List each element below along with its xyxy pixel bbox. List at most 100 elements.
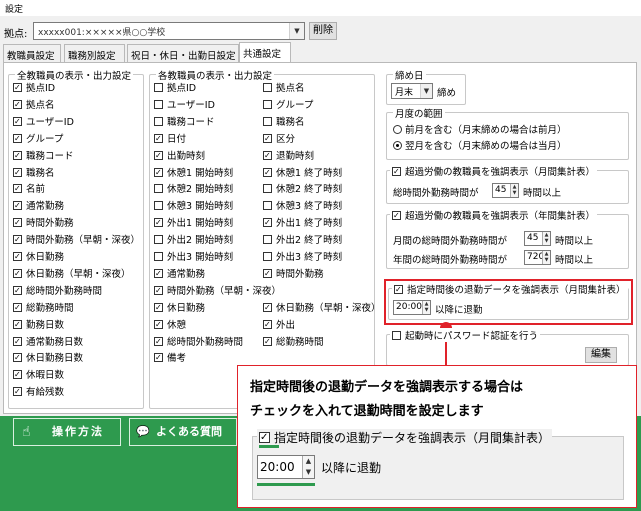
checkbox-item[interactable]: 外出3 開始時刻 <box>154 252 233 264</box>
checkbox-item[interactable]: 休暇日数 <box>13 370 64 382</box>
checkbox-indicator <box>394 285 403 294</box>
checkbox-label: 拠点名 <box>26 99 55 111</box>
checkbox-label: 休日勤務日数 <box>26 353 84 365</box>
checkbox-item[interactable]: 時間外勤務（早朝・深夜） <box>13 235 140 247</box>
checkbox-item[interactable]: 休日勤務 <box>154 302 205 315</box>
checkbox-item[interactable]: 退勤時刻 <box>263 150 314 163</box>
checkbox-item[interactable]: 総時間外勤務時間 <box>13 285 102 298</box>
checkbox-item[interactable]: 休憩3 終了時刻 <box>263 201 342 213</box>
checkbox-item[interactable]: 出勤時刻 <box>154 150 205 163</box>
checkbox-item[interactable]: 職務コード <box>154 116 215 129</box>
checkbox-item[interactable]: 外出2 開始時刻 <box>154 235 233 247</box>
checkbox-indicator <box>13 319 22 329</box>
group-password: 起動時にパスワード認証を行う 編集 <box>386 328 629 366</box>
checkbox-item[interactable]: 総時間外勤務時間 <box>154 336 243 349</box>
checkbox-item[interactable]: 外出2 終了時刻 <box>263 235 342 247</box>
checkbox-item[interactable]: 通常勤務日数 <box>13 336 83 349</box>
faq-button[interactable]: 💬 よくある質問 <box>129 418 237 446</box>
checkbox-item[interactable]: 休日勤務 <box>13 252 64 264</box>
late-leave-time-stepper[interactable]: 20:00 ▲ ▼ <box>393 300 431 315</box>
checkbox-indicator <box>154 201 163 211</box>
tab-duty[interactable]: 職務別設定 <box>64 44 125 62</box>
checkbox-item[interactable]: 外出1 終了時刻 <box>263 218 342 230</box>
checkbox-item[interactable]: 休憩3 開始時刻 <box>154 201 233 213</box>
tab-staff[interactable]: 教職員設定 <box>3 44 61 62</box>
checkbox-indicator <box>13 83 22 92</box>
checkbox-indicator <box>154 268 163 278</box>
checkbox-item[interactable]: 休憩1 開始時刻 <box>154 167 233 180</box>
tab-holidays[interactable]: 祝日・休日・出勤日設定 <box>127 44 239 62</box>
tab-common[interactable]: 共通設定 <box>239 42 291 63</box>
checkbox-item[interactable]: 備考 <box>154 353 186 365</box>
checkbox-item[interactable]: 休日勤務（早朝・深夜） <box>263 302 381 315</box>
checkbox-item[interactable]: 拠点ID <box>154 83 196 95</box>
stepper-arrows-icon[interactable]: ▲ ▼ <box>422 301 430 314</box>
checkbox-item[interactable]: 通常勤務 <box>13 201 64 213</box>
checkbox-item[interactable]: 休日勤務（早朝・深夜） <box>13 268 131 281</box>
checkbox-item[interactable]: 職務名 <box>263 116 305 129</box>
checkbox-item[interactable]: 外出1 開始時刻 <box>154 218 233 230</box>
checkbox-item[interactable]: 時間外勤務（早朝・深夜） <box>154 285 281 298</box>
checkbox-item[interactable]: 区分 <box>263 133 295 146</box>
checkbox-item[interactable]: ユーザーID <box>154 99 215 112</box>
checkbox-item[interactable]: 職務名 <box>13 167 55 180</box>
checkbox-item[interactable]: 拠点名 <box>263 83 305 95</box>
checkbox-indicator <box>13 99 22 109</box>
checkbox-item[interactable]: グループ <box>13 133 64 146</box>
checkbox-item[interactable]: 時間外勤務 <box>13 218 74 230</box>
checkbox-item[interactable]: 拠点名 <box>13 99 55 112</box>
edit-password-button[interactable]: 編集 <box>585 347 617 363</box>
checkbox-item[interactable]: 日付 <box>154 133 186 146</box>
checkbox-item[interactable]: 休憩2 開始時刻 <box>154 184 233 196</box>
checkbox-label: 外出2 終了時刻 <box>276 235 343 247</box>
late-leave-checkbox[interactable]: 指定時間後の退勤データを強調表示（月間集計表） <box>392 282 628 296</box>
stepper-arrows-icon[interactable]: ▲ ▼ <box>542 232 550 245</box>
checkbox-item[interactable]: 拠点ID <box>13 83 55 95</box>
checkbox-indicator <box>263 252 272 261</box>
checkbox-item[interactable]: 時間外勤務 <box>263 268 324 281</box>
closing-select[interactable]: 月末 ▼ <box>391 83 433 99</box>
checkbox-item[interactable]: ユーザーID <box>13 116 74 129</box>
checkbox-label: 外出3 終了時刻 <box>276 252 343 263</box>
checkbox-item[interactable]: 職務コード <box>13 150 74 163</box>
checkbox-item[interactable]: 名前 <box>13 184 45 196</box>
radio-next-month[interactable]: 翌月を含む（月末締めの場合は当月） <box>393 141 567 153</box>
stepper-arrows-icon[interactable]: ▲ ▼ <box>542 251 550 264</box>
checkbox-item[interactable]: 外出3 終了時刻 <box>263 252 342 264</box>
overtime-year-checkbox[interactable]: 超過労働の教職員を強調表示（年間集計表） <box>390 208 598 222</box>
delete-button[interactable]: 削除 <box>309 22 337 40</box>
faq-button-label: よくある質問 <box>156 425 222 438</box>
overtime-month-stepper[interactable]: 45 ▲ ▼ <box>492 183 519 198</box>
overtime-month-checkbox[interactable]: 超過労働の教職員を強調表示（月間集計表） <box>390 164 598 178</box>
checkbox-label: 休憩3 終了時刻 <box>276 201 343 213</box>
checkbox-item[interactable]: 勤務日数 <box>13 319 64 332</box>
checkbox-indicator <box>154 235 163 245</box>
checkbox-item[interactable]: 休憩2 終了時刻 <box>263 184 342 196</box>
overtime-year-row2-stepper[interactable]: 720 ▲ ▼ <box>524 250 551 265</box>
checkbox-item[interactable]: 有給残数 <box>13 387 64 399</box>
checkbox-item[interactable]: 休日勤務日数 <box>13 353 83 365</box>
checkbox-indicator <box>13 387 22 397</box>
checkbox-indicator <box>263 218 272 228</box>
password-checkbox[interactable]: 起動時にパスワード認証を行う <box>390 328 541 342</box>
checkbox-item[interactable]: 休憩1 終了時刻 <box>263 167 342 180</box>
checkbox-label: 外出2 開始時刻 <box>167 235 234 247</box>
checkbox-item[interactable]: 外出 <box>263 319 295 332</box>
radio-prev-month[interactable]: 前月を含む（月末締めの場合は前月） <box>393 125 567 137</box>
zoom-underline-checkbox <box>259 445 279 448</box>
checkbox-label: グループ <box>26 133 64 145</box>
checkbox-item[interactable]: 通常勤務 <box>154 268 205 281</box>
checkbox-item[interactable]: グループ <box>263 99 313 112</box>
checkbox-indicator <box>13 268 22 278</box>
overtime-year-row1-label: 月間の総時間外勤務時間が <box>393 236 508 247</box>
checkbox-indicator <box>263 302 272 312</box>
checkbox-item[interactable]: 総勤務時間 <box>263 336 324 349</box>
chevron-down-icon: ▼ <box>289 23 304 39</box>
checkbox-item[interactable]: 休憩 <box>154 319 186 332</box>
site-select[interactable]: xxxxx001:×××××県○○学校 ▼ <box>33 22 305 40</box>
overtime-year-row1-stepper[interactable]: 45 ▲ ▼ <box>524 231 551 246</box>
checkbox-item[interactable]: 総勤務時間 <box>13 302 74 315</box>
title-bar: 設定 <box>0 0 641 16</box>
stepper-arrows-icon[interactable]: ▲ ▼ <box>510 184 518 197</box>
manual-button[interactable]: ☝ 操作方法 <box>13 418 121 446</box>
